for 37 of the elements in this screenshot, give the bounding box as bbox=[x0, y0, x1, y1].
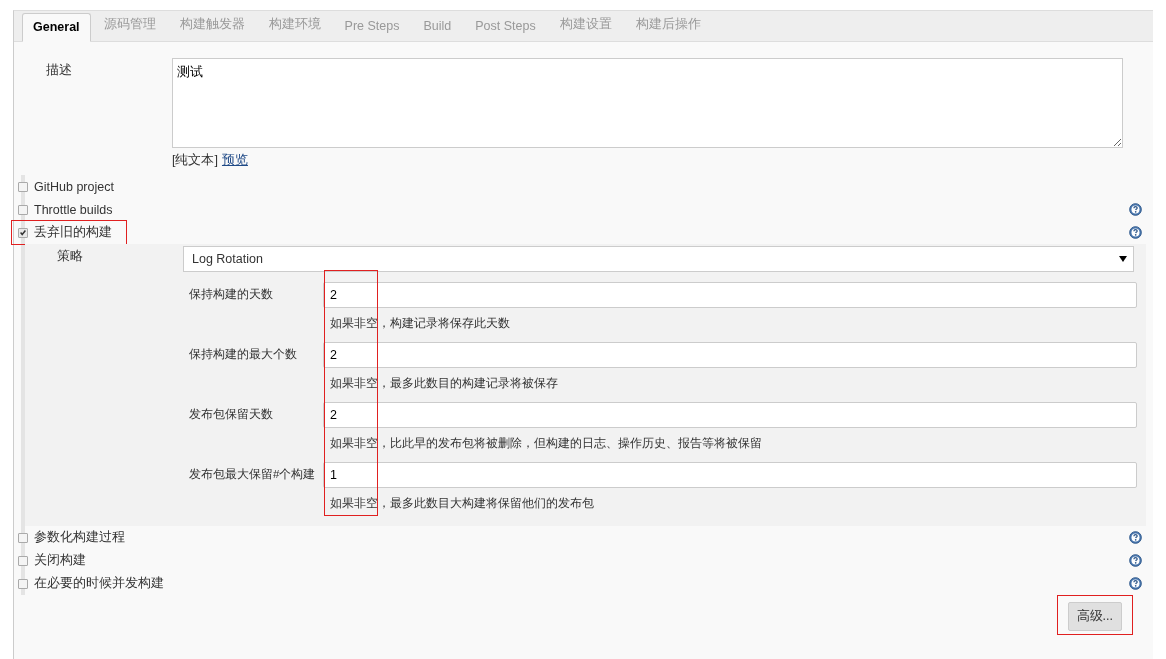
option-checkbox[interactable]: 关闭构建 bbox=[11, 548, 101, 573]
help-icon[interactable] bbox=[1129, 226, 1142, 239]
dropdown-caret-icon bbox=[1119, 255, 1127, 263]
preview-link[interactable]: 预览 bbox=[221, 152, 248, 169]
advanced-button[interactable]: 高级... bbox=[1067, 602, 1122, 631]
field-label: 策略 bbox=[56, 248, 84, 265]
option-checkbox[interactable]: 参数化构建过程 bbox=[11, 525, 140, 550]
strategy-dropdown[interactable]: Log Rotation bbox=[183, 246, 1134, 272]
tab[interactable]: General bbox=[22, 13, 91, 42]
checkbox[interactable] bbox=[18, 555, 28, 566]
input-field[interactable]: 2 bbox=[323, 402, 1137, 428]
checkbox[interactable] bbox=[18, 181, 28, 192]
help-icon[interactable] bbox=[1129, 531, 1142, 544]
help-icon[interactable] bbox=[1129, 577, 1142, 590]
option-checkbox[interactable]: 在必要的时候并发构建 bbox=[11, 571, 179, 596]
option-checkbox[interactable]: GitHub project bbox=[11, 175, 129, 198]
description-field[interactable]: 测试 bbox=[172, 58, 1123, 148]
input-field[interactable]: 2 bbox=[323, 342, 1137, 368]
field-hint: 如果非空，比此早的发布包将被删除，但构建的日志、操作历史、报告等将被保留 bbox=[330, 436, 763, 451]
checkbox[interactable] bbox=[18, 532, 28, 543]
field-label: 发布包保留天数 bbox=[188, 407, 274, 422]
field-hint: 如果非空，最多此数目大构建将保留他们的发布包 bbox=[330, 496, 595, 511]
checkbox[interactable] bbox=[18, 578, 28, 589]
format-note: [纯文本] bbox=[172, 152, 218, 169]
input-field[interactable]: 1 bbox=[323, 462, 1137, 488]
field-label: 描述 bbox=[45, 62, 73, 79]
option-checkbox[interactable]: Throttle builds bbox=[11, 198, 128, 221]
field-hint: 如果非空，构建记录将保存此天数 bbox=[330, 316, 511, 331]
help-icon[interactable] bbox=[1129, 203, 1142, 216]
field-label: 保持构建的最大个数 bbox=[188, 347, 298, 362]
field-hint: 如果非空，最多此数目的构建记录将被保存 bbox=[330, 376, 559, 391]
help-icon[interactable] bbox=[1129, 554, 1142, 567]
field-label: 保持构建的天数 bbox=[188, 287, 274, 302]
field-label: 发布包最大保留#个构建 bbox=[188, 467, 317, 482]
checkbox[interactable] bbox=[18, 204, 28, 215]
checkbox[interactable] bbox=[18, 227, 28, 238]
input-field[interactable]: 2 bbox=[323, 282, 1137, 308]
